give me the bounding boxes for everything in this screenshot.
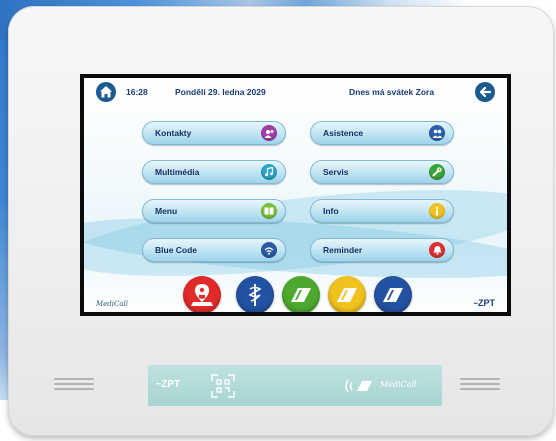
blue-code-button[interactable]: Blue Code (142, 238, 286, 262)
date-label: Pondělí 29. ledna 2029 (175, 87, 266, 97)
kontakty-button[interactable]: Kontakty (142, 121, 286, 145)
call-green-button[interactable] (282, 276, 320, 312)
status-bar: 16:28 Pondělí 29. ledna 2029 Dnes má svá… (84, 78, 507, 106)
call-blue-button[interactable] (374, 276, 412, 312)
asistence-button[interactable]: Asistence (310, 121, 454, 145)
music-icon (261, 164, 277, 180)
call-yellow-button[interactable] (328, 276, 366, 312)
call-yellow-icon (337, 288, 357, 302)
bell-icon (429, 242, 445, 258)
panel-zpt-logo: ~ZPT (156, 379, 181, 390)
display-area: 16:28 Pondělí 29. ledna 2029 Dnes má svá… (84, 78, 507, 312)
nameday-label: Dnes má svátek Zora (349, 87, 435, 97)
wifi-icon (261, 242, 277, 258)
info-button[interactable]: Info (310, 199, 454, 223)
assistance-icon (429, 125, 445, 141)
zpt-logo: ~ZPT (473, 298, 495, 308)
location-pin-icon (191, 284, 213, 306)
medical-caduceus-icon (248, 284, 262, 306)
call-green-icon (291, 288, 311, 302)
reader-panel: ~ZPT MediCall (148, 365, 442, 406)
back-arrow-icon[interactable] (475, 82, 495, 102)
speaker-grille-right (460, 378, 500, 392)
qr-code-icon (211, 374, 235, 398)
servis-button[interactable]: Servis (310, 160, 454, 184)
medicall-logo: MediCall (96, 300, 129, 308)
multimedia-button[interactable]: Multimédia (142, 160, 286, 184)
people-icon (261, 125, 277, 141)
wrench-icon (429, 164, 445, 180)
menu-button[interactable]: Menu (142, 199, 286, 223)
reminder-button[interactable]: Reminder (310, 238, 454, 262)
speaker-grille-left (54, 378, 94, 392)
touchscreen: 16:28 Pondělí 29. ledna 2029 Dnes má svá… (80, 74, 511, 316)
home-icon[interactable] (96, 82, 116, 102)
intercom-device: ~ZPT MediCall 16:28 Pondělí 29. ledna 20… (8, 6, 554, 436)
location-button[interactable] (183, 276, 221, 312)
info-icon (429, 203, 445, 219)
panel-medicall-logo: MediCall (380, 380, 417, 389)
call-blue-icon (383, 288, 403, 302)
nfc-icon (345, 379, 372, 393)
clock: 16:28 (126, 87, 148, 97)
book-icon (261, 203, 277, 219)
medical-button[interactable] (236, 276, 274, 312)
